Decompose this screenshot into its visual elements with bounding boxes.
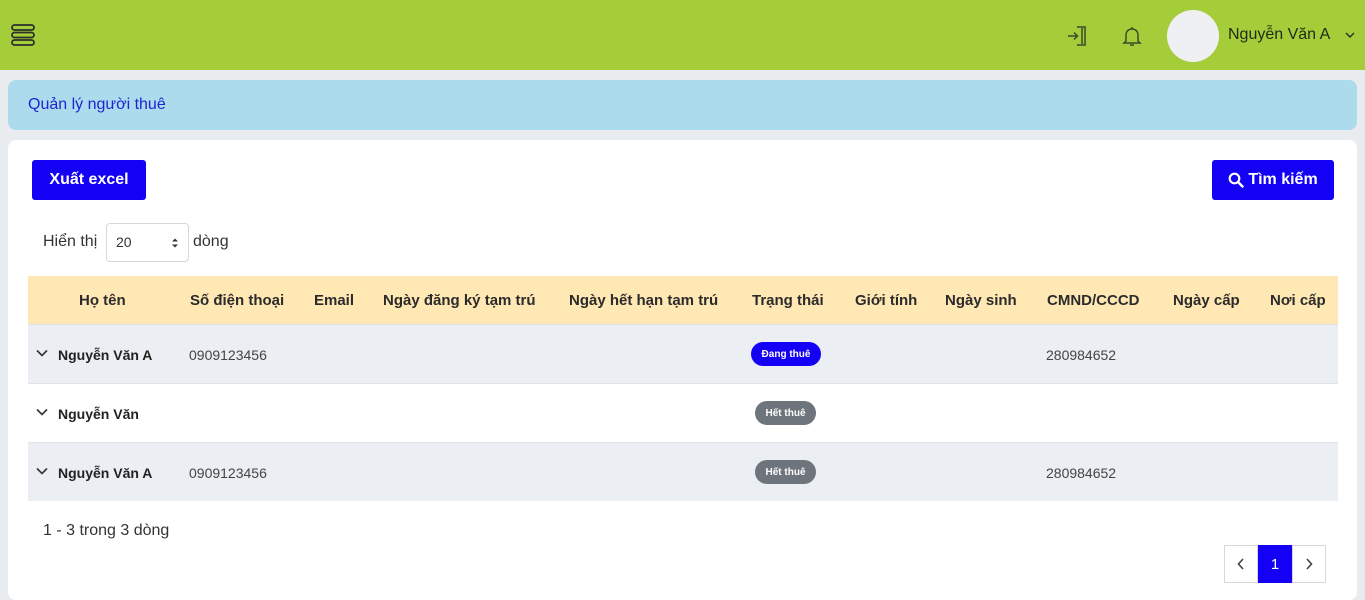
status-badge: Hết thuê: [755, 460, 816, 484]
status-badge: Đang thuê: [751, 342, 821, 366]
column-header-expiry-date[interactable]: Ngày hết hạn tạm trú: [569, 292, 718, 309]
page-size-select[interactable]: 20: [106, 223, 189, 262]
column-header-birth-date[interactable]: Ngày sinh: [945, 292, 1017, 309]
avatar[interactable]: [1167, 10, 1219, 62]
page-size-prefix: Hiển thị: [43, 233, 98, 250]
column-header-email[interactable]: Email: [314, 292, 354, 309]
column-header-id-number[interactable]: CMND/CCCD: [1047, 292, 1140, 309]
tenant-name: Nguyễn Văn: [58, 406, 139, 422]
column-header-gender[interactable]: Giới tính: [855, 292, 917, 309]
search-label: Tìm kiếm: [1248, 171, 1318, 188]
tenant-name: Nguyễn Văn A: [58, 347, 153, 363]
tenant-table: Họ tên Số điện thoại Email Ngày đăng ký …: [28, 276, 1338, 501]
table-row[interactable]: Nguyễn Văn Hết thuê: [28, 383, 1338, 442]
bell-icon[interactable]: [1120, 24, 1144, 48]
status-badge: Hết thuê: [755, 401, 816, 425]
user-name[interactable]: Nguyễn Văn A: [1228, 26, 1330, 44]
column-header-issue-date[interactable]: Ngày cấp: [1173, 292, 1240, 309]
chevron-right-icon: [1306, 558, 1313, 570]
menu-icon[interactable]: [10, 22, 36, 48]
page-number-button[interactable]: 1: [1258, 545, 1292, 583]
top-bar: Nguyễn Văn A: [0, 0, 1365, 70]
table-row[interactable]: Nguyễn Văn A 0909123456 Hết thuê 2809846…: [28, 442, 1338, 501]
column-header-issue-place[interactable]: Nơi cấp: [1270, 292, 1326, 309]
pagination: 1: [1224, 545, 1326, 583]
tenant-id-number: 280984652: [1046, 465, 1117, 481]
chevron-down-icon[interactable]: [36, 408, 48, 416]
current-page-number: 1: [1270, 555, 1280, 573]
search-button[interactable]: Tìm kiếm: [1212, 160, 1334, 200]
breadcrumb: Quản lý người thuê: [8, 80, 1357, 130]
tenant-phone: 0909123456: [189, 465, 267, 481]
chevron-down-icon[interactable]: [1344, 30, 1356, 40]
pagination-summary: 1 - 3 trong 3 dòng: [43, 522, 170, 539]
column-header-phone[interactable]: Số điện thoại: [190, 292, 284, 309]
table-header: Họ tên Số điện thoại Email Ngày đăng ký …: [28, 276, 1338, 324]
page-size-suffix: dòng: [193, 233, 229, 250]
export-excel-button[interactable]: Xuất excel: [32, 160, 146, 200]
column-header-registration-date[interactable]: Ngày đăng ký tạm trú: [383, 292, 536, 309]
chevron-down-icon[interactable]: [36, 467, 48, 475]
tenant-id-number: 280984652: [1046, 347, 1117, 363]
page-title: Quản lý người thuê: [28, 96, 166, 113]
tenant-name: Nguyễn Văn A: [58, 465, 153, 481]
select-caret-icon: [172, 238, 178, 248]
previous-page-button[interactable]: [1224, 545, 1258, 583]
column-header-status[interactable]: Trạng thái: [752, 292, 824, 309]
tenant-phone: 0909123456: [189, 347, 267, 363]
search-icon: [1228, 172, 1245, 188]
tenant-list-card: Xuất excel Tìm kiếm Hiển thị 20 dòng Họ …: [8, 140, 1357, 600]
export-excel-label: Xuất excel: [49, 171, 129, 188]
table-row[interactable]: Nguyễn Văn A 0909123456 Đang thuê 280984…: [28, 324, 1338, 383]
next-page-button[interactable]: [1292, 545, 1326, 583]
column-header-name[interactable]: Họ tên: [79, 292, 126, 309]
logout-icon[interactable]: [1066, 24, 1090, 48]
chevron-left-icon: [1237, 558, 1244, 570]
chevron-down-icon[interactable]: [36, 349, 48, 357]
page-size-value: 20: [116, 234, 132, 250]
